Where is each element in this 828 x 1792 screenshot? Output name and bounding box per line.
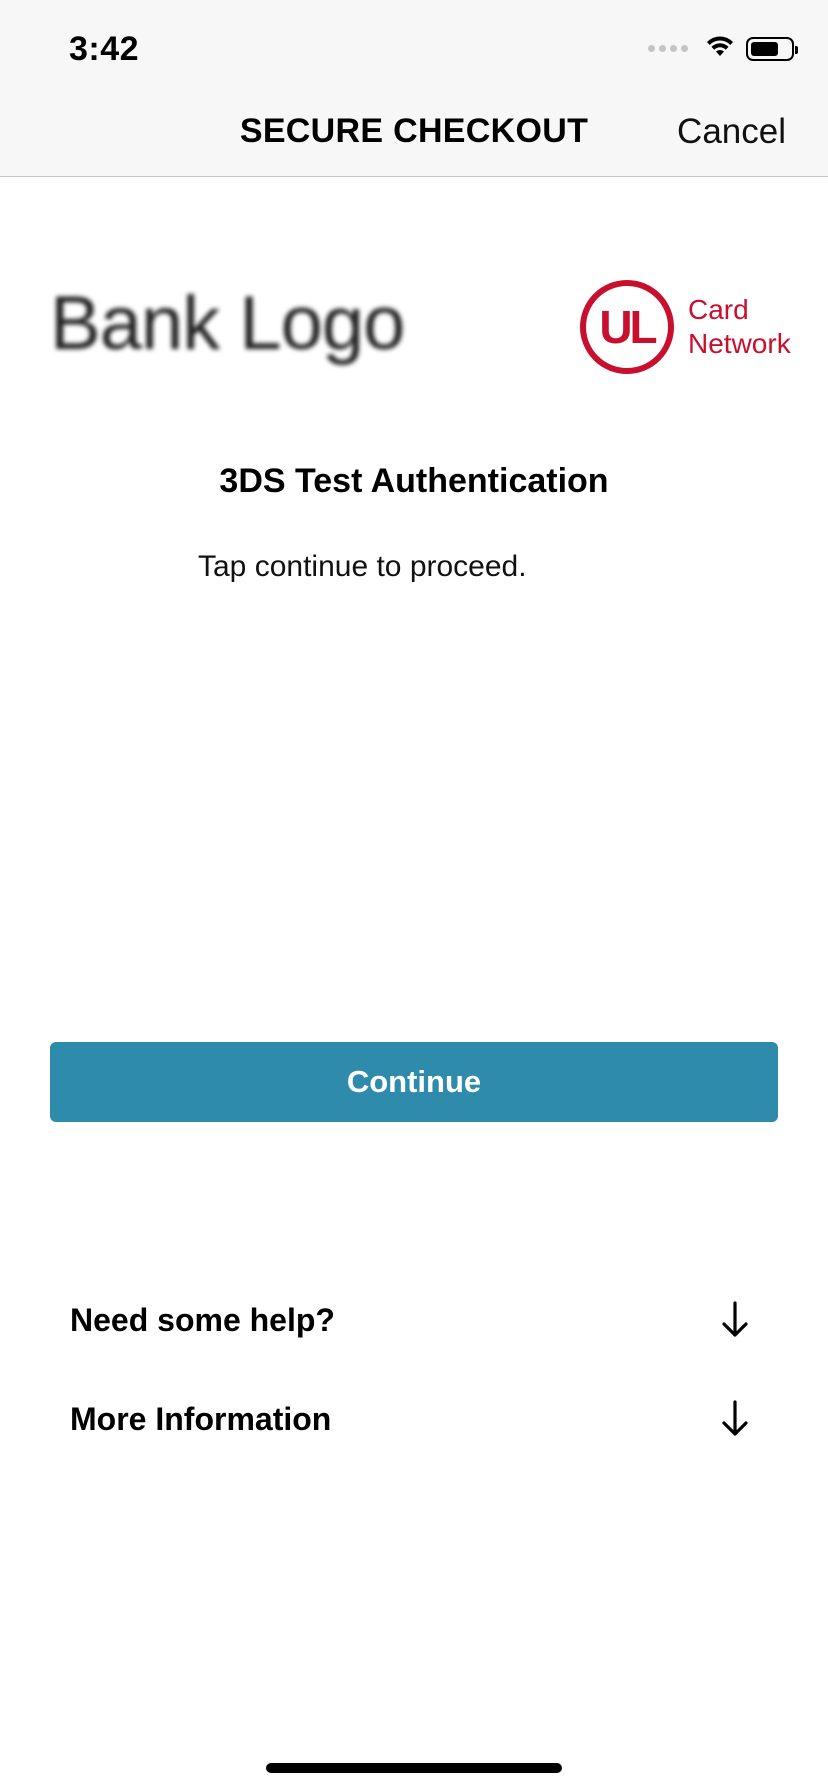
top-bar: 3:42 SECURE CHECKOUT Cancel — [0, 0, 828, 177]
battery-icon — [746, 36, 798, 61]
wifi-icon — [704, 34, 736, 63]
ul-logo-icon: UL — [580, 280, 674, 374]
secure-checkout-screen: 3:42 SECURE CHECKOUT Cancel Bank Logo UL — [0, 0, 828, 1792]
card-network-name: Card Network — [688, 293, 791, 361]
more-information-expander[interactable]: More Information — [70, 1389, 750, 1449]
cellular-signal-icon — [648, 45, 688, 52]
need-help-label: Need some help? — [70, 1301, 335, 1338]
continue-button[interactable]: Continue — [50, 1042, 778, 1122]
more-information-label: More Information — [70, 1400, 332, 1437]
authentication-instruction: Tap continue to proceed. — [198, 550, 527, 583]
arrow-down-icon — [720, 1400, 750, 1438]
ul-logo-mark: UL — [599, 301, 657, 353]
battery-level — [751, 41, 778, 56]
status-time: 3:42 — [69, 30, 140, 68]
authentication-title: 3DS Test Authentication — [219, 462, 609, 500]
home-indicator[interactable] — [266, 1763, 562, 1773]
arrow-down-icon — [720, 1301, 750, 1339]
card-network-line1: Card — [688, 294, 749, 325]
card-network-logo: UL Card Network — [580, 280, 791, 374]
card-network-line2: Network — [688, 328, 791, 359]
status-icons — [648, 34, 798, 63]
bank-logo: Bank Logo — [50, 281, 405, 366]
need-help-expander[interactable]: Need some help? — [70, 1290, 750, 1350]
cancel-button[interactable]: Cancel — [677, 112, 786, 152]
